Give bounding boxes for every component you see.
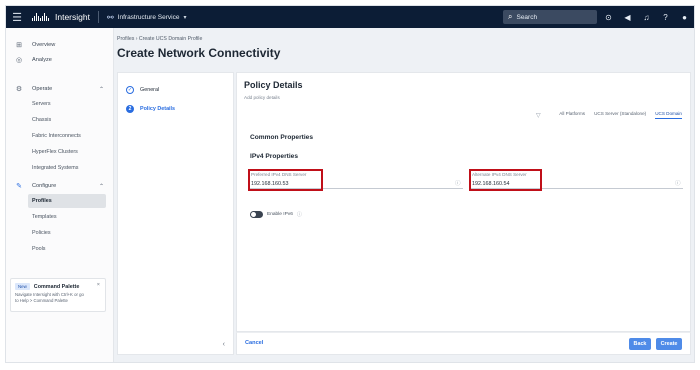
top-bar: ☰ Intersight ⚯ Infrastructure Service ▾ … bbox=[6, 6, 694, 28]
notification-bell-icon[interactable]: ♫ bbox=[642, 13, 651, 22]
top-icons: ⊙ ◀ ♫ ? ● bbox=[604, 6, 689, 28]
announcement-icon[interactable]: ◀ bbox=[623, 13, 632, 22]
platform-tabs: All Platforms UCS Server (Standalone) UC… bbox=[559, 111, 682, 119]
overview-icon: ⊞ bbox=[16, 42, 22, 49]
configure-icon: ✎ bbox=[16, 183, 22, 190]
step-general[interactable]: ✓ General bbox=[126, 86, 159, 94]
command-palette-card[interactable]: New Command Palette × Navigate Intersigh… bbox=[10, 278, 106, 312]
wizard-steps: ✓ General 2 Policy Details ‹ bbox=[117, 72, 234, 355]
sidebar-item-fabric-interconnects[interactable]: Fabric Interconnects bbox=[32, 129, 81, 143]
divider bbox=[97, 11, 99, 23]
chevron-up-icon: ⌃ bbox=[98, 86, 104, 93]
help-icon[interactable]: ? bbox=[661, 13, 670, 22]
sidebar-item-operate[interactable]: ⚙ Operate ⌃ bbox=[6, 82, 114, 96]
common-properties-heading: Common Properties bbox=[250, 134, 314, 141]
service-selector[interactable]: ⚯ Infrastructure Service ▾ bbox=[107, 13, 187, 22]
hamburger-icon[interactable]: ☰ bbox=[6, 6, 28, 28]
step-number: 2 bbox=[126, 105, 134, 113]
command-palette-title: Command Palette bbox=[33, 283, 80, 290]
step-label: Policy Details bbox=[140, 106, 176, 112]
brand-name: Intersight bbox=[55, 12, 90, 22]
tab-all-platforms[interactable]: All Platforms bbox=[559, 111, 585, 119]
sidebar-item-analyze[interactable]: ◎ Analyze bbox=[6, 53, 114, 67]
highlight-box bbox=[469, 169, 542, 191]
app-window: ☰ Intersight ⚯ Infrastructure Service ▾ … bbox=[5, 5, 695, 363]
service-label: Infrastructure Service bbox=[117, 13, 180, 21]
back-button[interactable]: Back bbox=[629, 338, 651, 350]
info-icon[interactable]: ⓘ bbox=[455, 179, 461, 187]
task-check-icon[interactable]: ⊙ bbox=[604, 13, 613, 22]
page-title: Create Network Connectivity bbox=[117, 46, 281, 60]
user-icon[interactable]: ● bbox=[680, 13, 689, 22]
sidebar-item-servers[interactable]: Servers bbox=[32, 97, 51, 111]
chevron-up-icon: ⌃ bbox=[98, 183, 104, 190]
tab-ucs-server-standalone[interactable]: UCS Server (Standalone) bbox=[594, 111, 646, 119]
sidebar: ⊞ Overview ◎ Analyze ⚙ Operate ⌃ Servers… bbox=[6, 28, 114, 362]
toggle-label: Enable IPv6 bbox=[267, 212, 293, 217]
wizard-footer: Cancel Back Create bbox=[236, 332, 691, 355]
sidebar-item-label: Overview bbox=[32, 42, 56, 48]
sidebar-item-templates[interactable]: Templates bbox=[32, 210, 57, 224]
analyze-icon: ◎ bbox=[15, 57, 23, 64]
sidebar-item-overview[interactable]: ⊞ Overview bbox=[6, 38, 114, 52]
cancel-button[interactable]: Cancel bbox=[245, 340, 263, 346]
filter-icon[interactable]: ▽ bbox=[536, 112, 541, 119]
new-badge: New bbox=[15, 283, 30, 290]
sidebar-item-policies[interactable]: Policies bbox=[32, 226, 51, 240]
collapse-icon[interactable]: ‹ bbox=[223, 341, 225, 348]
brand-logo[interactable]: Intersight bbox=[28, 12, 90, 22]
enable-ipv6-row: Enable IPv6 ⓘ bbox=[250, 211, 302, 218]
sidebar-item-label: Operate bbox=[32, 86, 53, 92]
step-label: General bbox=[140, 87, 160, 93]
step-policy-details[interactable]: 2 Policy Details bbox=[126, 105, 175, 113]
create-button[interactable]: Create bbox=[656, 338, 682, 350]
sidebar-item-profiles[interactable]: Profiles bbox=[28, 194, 106, 208]
search-placeholder: Search bbox=[516, 13, 538, 21]
policy-details-panel: Policy Details Add policy details ▽ All … bbox=[236, 72, 691, 332]
cisco-logo-icon bbox=[32, 13, 49, 21]
sidebar-item-label: Analyze bbox=[32, 57, 52, 63]
search-icon: ⌕ bbox=[508, 12, 513, 21]
sidebar-item-hyperflex-clusters[interactable]: HyperFlex Clusters bbox=[32, 145, 78, 159]
breadcrumb[interactable]: Profiles › Create UCS Domain Profile bbox=[117, 36, 202, 42]
enable-ipv6-toggle[interactable] bbox=[250, 211, 263, 218]
service-icon: ⚯ bbox=[106, 12, 114, 22]
info-icon[interactable]: ⓘ bbox=[675, 179, 681, 187]
info-icon[interactable]: ⓘ bbox=[297, 211, 302, 218]
sidebar-item-label: Configure bbox=[32, 183, 57, 189]
search-input[interactable]: ⌕ Search bbox=[503, 10, 597, 24]
sidebar-item-configure[interactable]: ✎ Configure ⌃ bbox=[6, 179, 114, 193]
section-title: Policy Details bbox=[244, 80, 303, 90]
sidebar-item-integrated-systems[interactable]: Integrated Systems bbox=[32, 161, 78, 175]
ipv4-properties-heading: IPv4 Properties bbox=[250, 153, 299, 160]
highlight-box bbox=[248, 169, 323, 191]
tab-ucs-domain[interactable]: UCS Domain bbox=[655, 111, 682, 119]
sidebar-item-chassis[interactable]: Chassis bbox=[32, 113, 51, 127]
section-subtitle: Add policy details bbox=[244, 95, 280, 100]
step-check-icon: ✓ bbox=[126, 86, 134, 94]
close-icon[interactable]: × bbox=[97, 282, 100, 288]
command-palette-desc-2: to Help > Command Palette bbox=[15, 298, 68, 303]
sidebar-item-pools[interactable]: Pools bbox=[32, 242, 46, 256]
operate-icon: ⚙ bbox=[15, 86, 23, 93]
chevron-down-icon: ▾ bbox=[183, 14, 187, 21]
